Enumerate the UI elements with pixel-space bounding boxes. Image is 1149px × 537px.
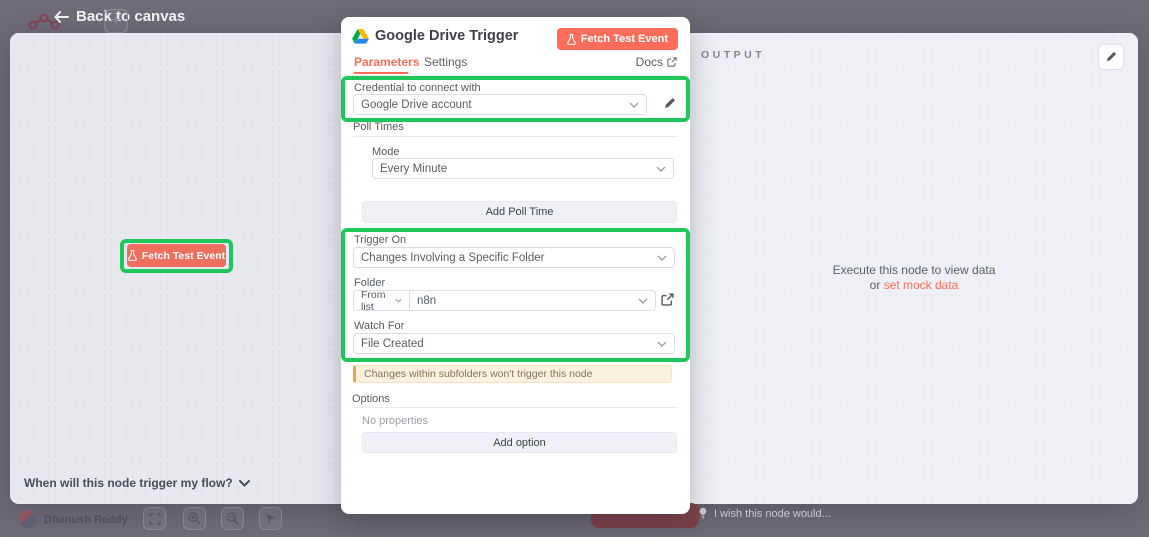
flask-icon [128,250,137,261]
zoom-out-button[interactable] [221,507,244,530]
add-poll-time-button[interactable]: Add Poll Time [362,201,677,223]
output-empty-or: or [870,278,881,292]
folder-value: n8n [417,295,436,307]
fetch-test-event-header-label: Fetch Test Event [581,33,668,45]
poll-times-label: Poll Times [353,121,404,133]
open-folder-external-icon[interactable] [661,293,674,306]
chevron-down-icon [629,102,639,108]
tabs-divider [341,75,690,76]
chevron-down-icon [239,480,250,487]
zoom-in-icon [188,512,201,525]
chevron-down-icon [657,255,667,261]
tab-parameters[interactable]: Parameters [354,55,419,69]
poll-times-divider [353,136,678,137]
options-divider [352,407,678,408]
mode-select[interactable]: Every Minute [372,158,674,179]
active-tab-underline [354,72,408,74]
credential-select[interactable]: Google Drive account [353,94,647,115]
pencil-icon [1105,51,1117,63]
output-panel-title: OUTPUT [701,49,765,61]
node-feedback-link[interactable]: I wish this node would... [698,507,831,520]
reset-view-button[interactable] [259,507,282,530]
edit-credential-icon[interactable] [663,97,676,110]
credential-value: Google Drive account [361,99,472,111]
folder-label: Folder [354,277,385,289]
lightbulb-icon [698,507,708,520]
add-node-button[interactable]: + [104,9,128,33]
options-label: Options [352,393,390,405]
output-panel: OUTPUT Execute this node to view data or… [690,33,1138,504]
subfolder-notice: Changes within subfolders won't trigger … [353,365,672,383]
watch-for-value: File Created [361,338,424,350]
zoom-to-fit-icon [149,513,161,525]
user-menu-dots[interactable]: ⋯ [129,511,142,525]
no-properties-label: No properties [362,415,428,427]
chevron-down-icon [657,341,667,347]
edit-output-button[interactable] [1098,44,1124,70]
user-avatar[interactable] [19,510,37,528]
chevron-down-icon [656,166,666,172]
google-drive-icon [352,29,369,44]
output-empty-line1: Execute this node to view data [690,263,1138,278]
trigger-on-label: Trigger On [354,234,406,246]
app-root: Back to canvas + Fetch Test Event When w… [0,0,1149,537]
add-option-button[interactable]: Add option [362,432,677,453]
folder-mode-value: From list [361,289,395,313]
user-name[interactable]: Dhanush Reddy [44,514,128,526]
fetch-test-event-button[interactable]: Fetch Test Event [127,244,226,267]
trigger-on-value: Changes Involving a Specific Folder [361,252,544,264]
trigger-on-select[interactable]: Changes Involving a Specific Folder [353,247,675,268]
flask-icon [567,34,576,45]
mode-value: Every Minute [380,163,447,175]
output-empty-state: Execute this node to view data or set mo… [690,263,1138,293]
credential-label: Credential to connect with [354,82,481,94]
trigger-question-toggle[interactable]: When will this node trigger my flow? [24,476,250,490]
node-title: Google Drive Trigger [375,28,518,44]
zoom-in-button[interactable] [183,507,206,530]
back-arrow-icon [54,11,69,23]
trigger-question-label: When will this node trigger my flow? [24,476,233,490]
chevron-down-icon [638,298,648,304]
fetch-test-event-header-button[interactable]: Fetch Test Event [557,28,678,50]
back-to-canvas-label: Back to canvas [76,8,185,25]
chevron-down-icon [395,298,402,303]
folder-value-select[interactable]: n8n [409,290,656,311]
external-link-icon [667,57,677,67]
folder-mode-select[interactable]: From list [353,290,410,311]
zoom-out-icon [226,512,239,525]
input-panel: Fetch Test Event When will this node tri… [10,33,350,504]
docs-link[interactable]: Docs [636,55,677,69]
docs-label: Docs [636,55,663,69]
watch-for-label: Watch For [354,320,404,332]
cursor-pointer-icon [265,513,276,524]
set-mock-data-link[interactable]: set mock data [884,278,959,292]
mode-label: Mode [372,146,400,158]
node-settings-panel: Google Drive Trigger Fetch Test Event Pa… [341,17,690,514]
node-feedback-label: I wish this node would... [714,508,831,520]
fetch-test-event-label: Fetch Test Event [142,250,225,262]
watch-for-select[interactable]: File Created [353,333,675,354]
zoom-to-fit-button[interactable] [143,507,166,530]
tab-settings[interactable]: Settings [424,55,467,69]
